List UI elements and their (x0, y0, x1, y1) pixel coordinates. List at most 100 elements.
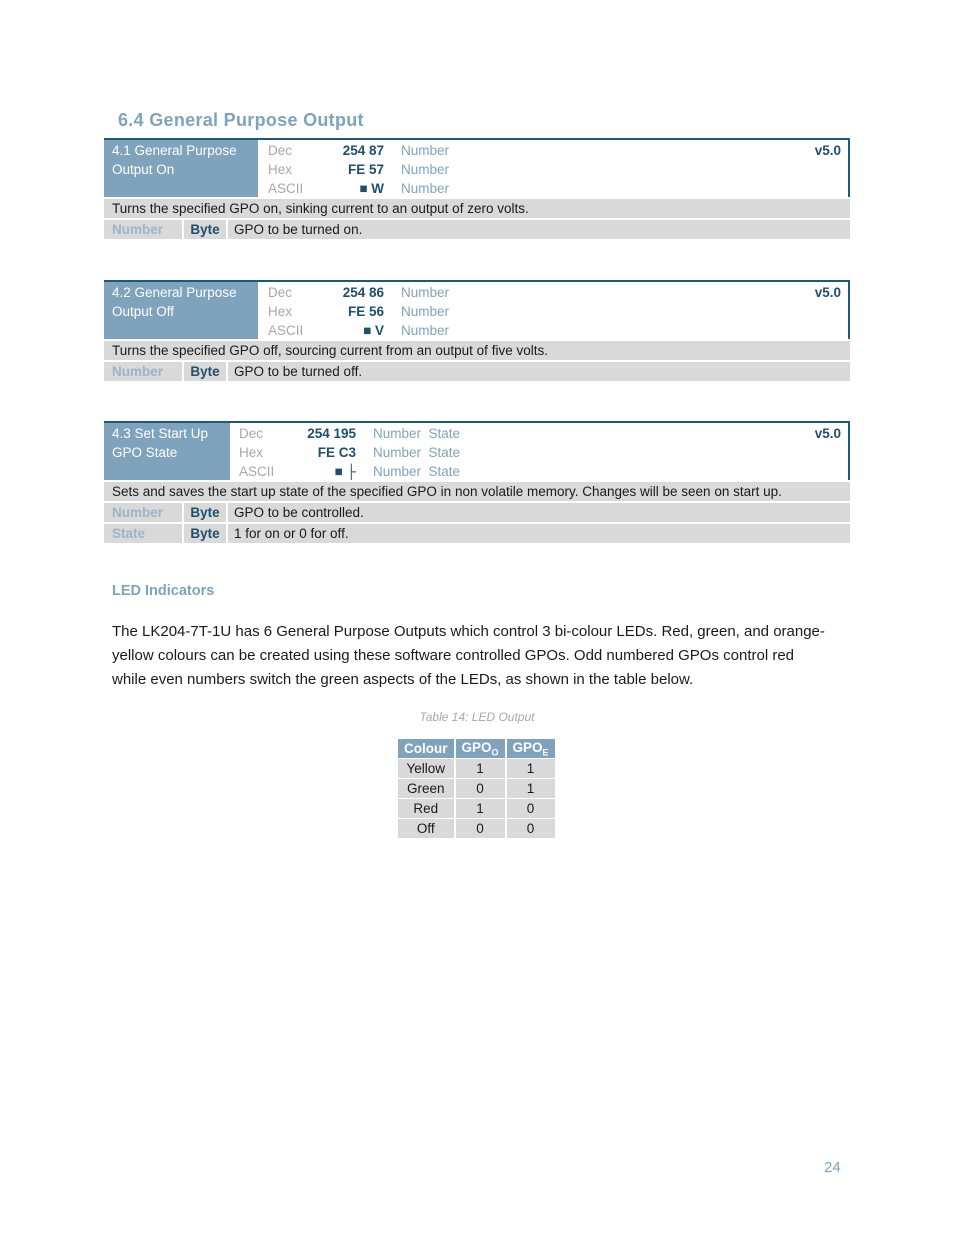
code-label: Hex (268, 162, 293, 177)
param-name: Number (104, 362, 182, 381)
param-name: Number (104, 503, 182, 522)
code-row-dec: Dec 254 87 Number (268, 141, 449, 160)
table-cell: Red (398, 799, 454, 818)
table-cell: Off (398, 819, 454, 838)
code-row-hex: Hex FE C3 Number State (239, 443, 460, 462)
command-codes: Dec 254 87 Number Hex FE 57 Number ASCII ■ W N… (268, 141, 449, 198)
command-description: Turns the specified GPO off, sourcing cu… (104, 341, 850, 360)
code-label: Dec (268, 285, 293, 300)
table-row: Off 0 0 (398, 819, 555, 838)
code-value: ■ W (359, 181, 384, 196)
column-header-gpo-even: GPOE (506, 739, 555, 758)
code-type: Number State (373, 464, 461, 479)
code-type: Number State (373, 445, 461, 460)
table-cell: Yellow (398, 759, 454, 778)
command-name: 4.3 Set Start Up GPO State (104, 423, 230, 480)
code-row-dec: Dec 254 195 Number State (239, 424, 460, 443)
command-description: Turns the specified GPO on, sinking curr… (104, 199, 850, 218)
param-name: State (104, 524, 182, 543)
code-row-hex: Hex FE 56 Number (268, 302, 449, 321)
table-cell: 1 (506, 779, 555, 798)
command-name-line: Output On (112, 162, 175, 177)
code-value: ■ ├ (334, 464, 356, 479)
header-text: GPO (512, 739, 543, 755)
table-cell: 0 (455, 779, 505, 798)
code-value: FE 57 (347, 162, 384, 177)
header-text: Colour (404, 741, 448, 756)
table-cell: 1 (455, 759, 505, 778)
code-value: FE 56 (347, 304, 384, 319)
version-badge: v5.0 (814, 426, 841, 441)
code-type: Number (401, 323, 450, 338)
param-desc: GPO to be turned off. (228, 362, 850, 381)
column-header-colour: Colour (398, 739, 454, 758)
code-type: Number (401, 162, 450, 177)
code-row-ascii: ASCII ■ W Number (268, 179, 449, 198)
table-row: Yellow 1 1 (398, 759, 555, 778)
code-value: 254 87 (342, 143, 384, 158)
command-name-line: 4.1 General Purpose (112, 143, 237, 158)
version-badge: v5.0 (814, 285, 841, 300)
command-header: 4.1 General Purpose Output On Dec 254 87 N… (104, 138, 850, 197)
code-label: ASCII (268, 181, 304, 196)
command-header: 4.3 Set Start Up GPO State Dec 254 195 Num… (104, 421, 850, 480)
code-value: 254 195 (307, 426, 356, 441)
command-header: 4.2 General Purpose Output Off Dec 254 86… (104, 280, 850, 339)
command-name-line: 4.3 Set Start Up (112, 426, 209, 441)
version-badge: v5.0 (814, 143, 841, 158)
param-row: Number Byte GPO to be turned off. (104, 362, 850, 381)
param-name: Number (104, 220, 182, 239)
header-subscript: O (491, 747, 499, 758)
code-row-hex: Hex FE 57 Number (268, 160, 449, 179)
led-indicators-heading: LED Indicators (112, 583, 215, 599)
led-output-table: Colour GPOO GPOE Yellow 1 1 Green 0 1 Re… (396, 738, 557, 839)
code-value: 254 86 (342, 285, 384, 300)
table-cell: 1 (455, 799, 505, 818)
param-type: Byte (184, 524, 226, 543)
led-indicators-paragraph: The LK204-7T-1U has 6 General Purpose Ou… (112, 623, 825, 688)
command-name: 4.2 General Purpose Output Off (104, 282, 258, 339)
table-cell: 1 (506, 759, 555, 778)
command-name-line: 4.2 General Purpose (112, 285, 237, 300)
command-description: Sets and saves the start up state of the… (104, 482, 850, 501)
code-type: Number (401, 285, 450, 300)
code-type: Number (401, 304, 450, 319)
code-type: Number (401, 143, 450, 158)
param-desc: GPO to be turned on. (228, 220, 850, 239)
column-header-gpo-odd: GPOO (455, 739, 505, 758)
command-block-gpo-off: 4.2 General Purpose Output Off Dec 254 86… (104, 280, 850, 381)
code-label: Dec (239, 426, 264, 441)
table-caption: Table 14: LED Output (419, 710, 535, 724)
code-row-dec: Dec 254 86 Number (268, 283, 449, 302)
param-type: Byte (184, 220, 226, 239)
table-cell: 0 (506, 799, 555, 818)
code-row-ascii: ASCII ■ ├ Number State (239, 462, 460, 481)
param-desc: GPO to be controlled. (228, 503, 850, 522)
header-subscript: E (542, 747, 549, 758)
code-label: Hex (268, 304, 293, 319)
command-name-line: Output Off (112, 304, 175, 319)
param-row: State Byte 1 for on or 0 for off. (104, 524, 850, 543)
param-desc: 1 for on or 0 for off. (228, 524, 850, 543)
code-value: ■ V (363, 323, 384, 338)
command-codes: Dec 254 86 Number Hex FE 56 Number ASCII ■ V N… (268, 283, 449, 340)
table-cell: 0 (506, 819, 555, 838)
code-label: Dec (268, 143, 293, 158)
param-row: Number Byte GPO to be turned on. (104, 220, 850, 239)
table-cell: Green (398, 779, 454, 798)
command-block-gpo-on: 4.1 General Purpose Output On Dec 254 87 N… (104, 138, 850, 239)
command-codes: Dec 254 195 Number State Hex FE C3 Number St… (239, 424, 460, 481)
command-block-set-startup-gpo-state: 4.3 Set Start Up GPO State Dec 254 195 Num… (104, 421, 850, 543)
param-type: Byte (184, 362, 226, 381)
code-label: ASCII (239, 464, 275, 479)
param-type: Byte (184, 503, 226, 522)
header-text: GPO (461, 739, 492, 755)
code-value: FE C3 (317, 445, 356, 460)
table-row: Green 0 1 (398, 779, 555, 798)
param-row: Number Byte GPO to be controlled. (104, 503, 850, 522)
table-cell: 0 (455, 819, 505, 838)
table-row: Red 1 0 (398, 799, 555, 818)
code-label: ASCII (268, 323, 304, 338)
command-name: 4.1 General Purpose Output On (104, 140, 258, 197)
code-type: Number (401, 181, 450, 196)
